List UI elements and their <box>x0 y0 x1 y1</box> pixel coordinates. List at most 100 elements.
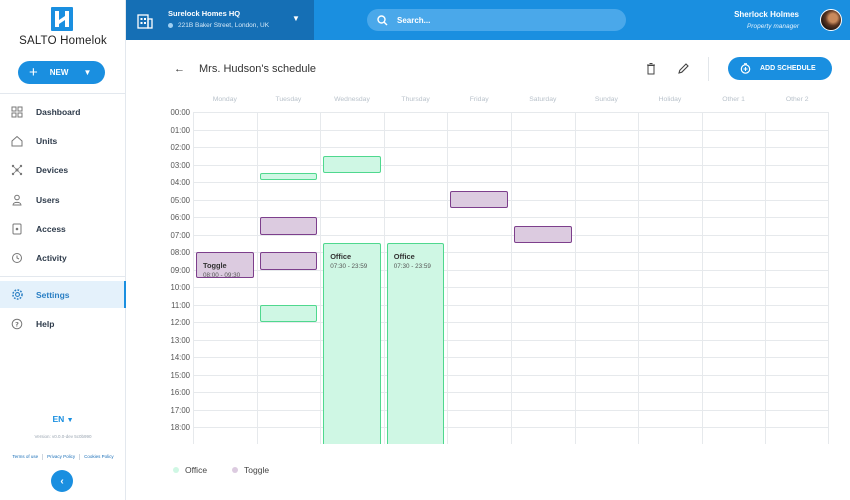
day-header: Other 1 <box>722 96 745 103</box>
chevron-down-icon: ▼ <box>292 14 300 23</box>
avatar[interactable] <box>820 9 842 31</box>
day-header: Tuesday <box>275 96 302 103</box>
trash-icon[interactable] <box>645 62 657 75</box>
privacy-link[interactable]: Privacy Policy <box>47 454 75 460</box>
svg-text:?: ? <box>15 320 19 328</box>
nav-label: Users <box>36 194 60 205</box>
day-header: Friday <box>469 96 489 103</box>
office-event[interactable] <box>259 304 318 322</box>
grid-line <box>447 112 449 444</box>
location-pin-icon <box>168 23 173 28</box>
nav-settings[interactable]: Settings <box>0 281 126 308</box>
day-header: Other 2 <box>785 96 809 103</box>
legend-dot <box>232 467 239 473</box>
grid-line <box>638 112 640 444</box>
nav-label: Units <box>36 135 58 146</box>
dashboard-icon <box>10 105 24 119</box>
day-header: Saturday <box>529 96 557 103</box>
nav-devices[interactable]: Devices <box>0 156 126 183</box>
toggle-event[interactable]: Toggle 08:00 - 09:30 <box>196 252 254 279</box>
user-icon <box>10 193 24 207</box>
day-header: Sunday <box>594 96 618 103</box>
day-header: Monday <box>212 96 237 103</box>
add-schedule-label: ADD SCHEDULE <box>760 65 816 72</box>
hour-label: 05:00 <box>170 195 190 205</box>
help-icon: ? <box>10 317 24 331</box>
caret-down-icon: ▼ <box>66 417 74 424</box>
salto-logo-icon <box>51 7 73 31</box>
site-selector[interactable]: Surelock Homes HQ 221B Baker Street, Lon… <box>126 0 314 40</box>
devices-icon <box>10 163 24 177</box>
divider <box>42 454 44 460</box>
language-selector[interactable]: EN ▼ <box>0 414 126 424</box>
event-title: Toggle <box>203 261 227 270</box>
legend-item: Toggle <box>232 465 269 475</box>
collapse-sidebar-button[interactable]: ‹ <box>51 470 73 492</box>
back-arrow-icon[interactable]: ← <box>174 63 185 75</box>
new-button[interactable]: + NEW ▼ <box>18 61 105 84</box>
hour-label: 02:00 <box>170 143 190 152</box>
search-bar[interactable] <box>367 9 626 31</box>
new-button-label: NEW <box>49 68 69 77</box>
toggle-event[interactable] <box>259 217 318 235</box>
grid-line <box>701 112 703 444</box>
hour-label: 06:00 <box>170 213 190 222</box>
user-name: Sherlock Holmes <box>734 10 799 19</box>
toggle-event[interactable] <box>450 190 508 209</box>
hour-label: 15:00 <box>170 370 190 380</box>
pencil-icon[interactable] <box>677 62 690 75</box>
sidebar: SALTO Homelok + NEW ▼ Dashboard Units De… <box>0 0 126 500</box>
version-text: Version: v0.0.0-dev 5c0b990 <box>34 434 92 439</box>
divider <box>708 57 709 81</box>
terms-link[interactable]: Terms of use <box>12 454 38 460</box>
grid-line <box>574 112 576 444</box>
user-role: Property manager <box>746 23 799 30</box>
schedule-grid[interactable]: Toggle 08:00 - 09:30 Office 07:30 - 23:59 Of… <box>193 112 829 444</box>
nav-label: Settings <box>36 289 70 300</box>
chevron-left-icon: ‹ <box>60 475 64 487</box>
hour-label: 11:00 <box>171 300 190 310</box>
nav-label: Help <box>36 318 55 329</box>
hour-label: 09:00 <box>170 265 190 275</box>
hour-label: 14:00 <box>170 353 190 362</box>
office-event[interactable] <box>259 173 318 181</box>
event-title: Office <box>393 252 415 262</box>
hour-label: 07:00 <box>170 230 190 240</box>
hour-label: 13:00 <box>170 335 190 345</box>
nav-users[interactable]: Users <box>0 186 126 213</box>
office-event[interactable]: Office 07:30 - 23:59 <box>323 243 381 444</box>
site-address-text: 221B Baker Street, London, UK <box>178 22 270 29</box>
hour-label: 16:00 <box>170 388 190 397</box>
event-time: 07:30 - 23:59 <box>393 263 431 271</box>
legend-item: Office <box>173 465 207 475</box>
nav-activity[interactable]: Activity <box>0 244 126 271</box>
add-schedule-button[interactable]: ADD SCHEDULE <box>728 57 832 80</box>
hour-label: 12:00 <box>170 318 190 327</box>
day-header: Wednesday <box>334 96 370 103</box>
chevron-down-icon: ▼ <box>83 68 92 77</box>
hour-label: 18:00 <box>170 423 190 432</box>
site-address: 221B Baker Street, London, UK <box>168 22 269 29</box>
office-event[interactable] <box>323 155 381 174</box>
event-time: 07:30 - 23:59 <box>330 263 368 271</box>
grid-line <box>511 112 512 444</box>
brand-name: SALTO Homelok <box>19 35 107 47</box>
nav-units[interactable]: Units <box>0 127 126 154</box>
search-icon <box>377 14 388 26</box>
cookies-link[interactable]: Cookies Policy <box>84 454 114 460</box>
nav-dashboard[interactable]: Dashboard <box>0 98 126 125</box>
grid-line <box>765 112 767 444</box>
nav-access[interactable]: Access <box>0 215 126 242</box>
language-label: EN <box>52 414 65 424</box>
nav-help[interactable]: ? Help <box>0 310 126 337</box>
toggle-event[interactable] <box>514 225 572 244</box>
office-event[interactable]: Office 07:30 - 23:59 <box>386 243 445 444</box>
footer-links: Terms of use Privacy Policy Cookies Poli… <box>0 454 126 460</box>
grid-line <box>320 112 322 444</box>
search-input[interactable] <box>397 15 597 25</box>
hour-label: 03:00 <box>170 160 190 170</box>
toggle-event[interactable] <box>259 252 318 270</box>
nav-label: Devices <box>36 164 69 175</box>
gear-icon <box>10 288 24 302</box>
day-header: Thursday <box>401 96 430 103</box>
